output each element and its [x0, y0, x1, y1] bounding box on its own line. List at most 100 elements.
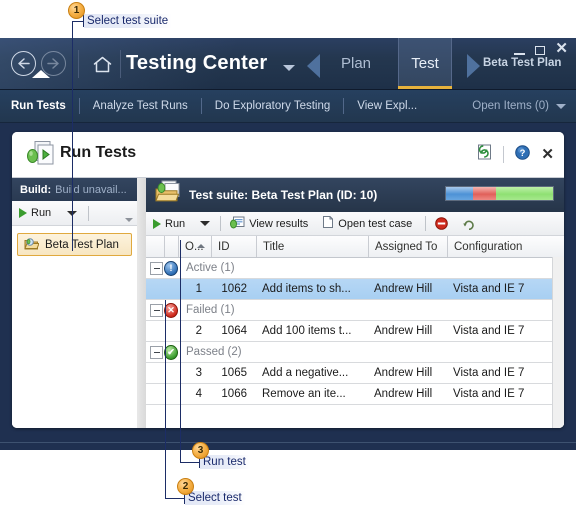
toolbar-divider: [220, 216, 222, 231]
play-icon: [19, 208, 27, 218]
group-label: Failed (1): [186, 304, 235, 316]
tree-item-beta-test-plan[interactable]: Beta Test Plan: [17, 233, 132, 256]
panel-header-icons: ? ✕: [477, 144, 554, 165]
open-test-case-button[interactable]: Open test case: [315, 215, 419, 232]
grid-group-row[interactable]: ✕ Failed (1): [146, 300, 564, 321]
row-order: 4: [195, 388, 202, 400]
build-value: Build unavail...: [55, 183, 127, 196]
menu-item-analyze-test-runs[interactable]: Analyze Test Runs: [80, 100, 201, 112]
open-items-menu[interactable]: Open Items (0): [472, 90, 566, 122]
refresh-icon[interactable]: [477, 144, 492, 165]
group-status-icon-wrap: ✔: [164, 342, 178, 362]
menu-item-view-exploratory[interactable]: View Expl...: [344, 100, 430, 112]
build-bar: Build: Build unavail...: [12, 178, 137, 201]
group-label: Active (1): [186, 262, 235, 274]
titlebar-divider-1: [78, 50, 79, 78]
callout-leader-3-h: [180, 462, 200, 463]
close-icon[interactable]: ✕: [555, 41, 568, 56]
panel-header: Run Tests ? ✕: [12, 132, 564, 178]
table-row[interactable]: 3 1065 Add a negative... Andrew Hill Vis…: [146, 363, 564, 384]
run-test-button[interactable]: Run: [146, 218, 192, 230]
row-id: 1064: [221, 325, 247, 337]
maximize-icon[interactable]: [535, 45, 546, 55]
play-icon: [153, 218, 161, 229]
row-configuration: Vista and IE 7: [453, 283, 525, 295]
progress-segment-green: [496, 187, 553, 200]
help-icon[interactable]: ?: [515, 144, 531, 165]
sort-ascending-icon: [197, 244, 205, 248]
block-test-icon[interactable]: [428, 217, 455, 230]
callout-label-2: Select test: [185, 491, 246, 505]
grid-header-id[interactable]: ID: [211, 236, 256, 257]
callout-badge-1: 1: [68, 2, 85, 19]
row-configuration: Vista and IE 7: [453, 388, 525, 400]
left-run-label: Run: [31, 207, 52, 219]
grid-header-status: [164, 236, 178, 257]
panel-header-divider: [503, 146, 505, 163]
grid-group-row[interactable]: ✔ Passed (2): [146, 342, 564, 363]
run-test-label: Run: [165, 217, 186, 230]
application-window: Testing Center Plan Test Beta Test Plan …: [0, 38, 576, 450]
home-icon[interactable]: [88, 52, 116, 76]
reset-test-icon[interactable]: [455, 217, 484, 230]
left-pane: Build: Build unavail... Run Beta Test Pl…: [12, 178, 137, 428]
run-tests-icon: [26, 140, 56, 173]
row-title: Add a negative...: [262, 367, 349, 379]
row-assigned-to: Andrew Hill: [374, 388, 433, 400]
active-menu-pointer: [32, 70, 50, 78]
row-expander-cell: [146, 279, 164, 299]
chevron-down-icon[interactable]: [283, 65, 295, 71]
row-order: 2: [195, 325, 202, 337]
overflow-chevron-icon[interactable]: [125, 218, 133, 222]
menu-bar: Run Tests Analyze Test Runs Do Explorato…: [0, 90, 576, 123]
callout-leader-3-v: [180, 240, 181, 463]
table-row[interactable]: 1 1062 Add items to sh... Andrew Hill Vi…: [146, 279, 564, 300]
chevron-down-icon: [556, 103, 566, 109]
menu-item-run-tests[interactable]: Run Tests: [0, 100, 79, 112]
row-status-cell: [164, 384, 178, 404]
row-status-cell: [164, 279, 178, 299]
view-results-icon: [230, 215, 245, 232]
build-label: Build:: [20, 183, 52, 196]
collapse-icon: [150, 345, 163, 359]
close-icon[interactable]: ✕: [541, 147, 554, 162]
title-bar: Testing Center Plan Test Beta Test Plan …: [0, 38, 576, 90]
group-expander[interactable]: [146, 300, 164, 320]
collapse-icon: [150, 303, 163, 317]
row-title: Remove an ite...: [262, 388, 346, 400]
progress-segment-red: [472, 187, 497, 200]
row-expander-cell: [146, 321, 164, 341]
callout-leader-2-h: [165, 498, 185, 499]
grid-header-row: O... ID Title Assigned To Configuration: [146, 236, 564, 258]
left-pane-toolbar: Run: [12, 201, 137, 226]
callout-leader-2-v: [165, 300, 166, 499]
grid-header-expander: [146, 236, 164, 257]
toolbar-divider: [425, 216, 427, 231]
chevron-down-icon[interactable]: [200, 221, 211, 226]
toolbar-divider: [88, 205, 90, 221]
hub-tab-test[interactable]: Test: [398, 38, 452, 89]
table-row[interactable]: 2 1064 Add 100 items t... Andrew Hill Vi…: [146, 321, 564, 342]
table-row[interactable]: 4 1066 Remove an ite... Andrew Hill Vist…: [146, 384, 564, 405]
grid-header-configuration[interactable]: Configuration: [447, 236, 564, 257]
titlebar-divider-2: [120, 50, 121, 78]
progress-segment-blue: [446, 187, 473, 200]
open-test-case-icon: [322, 215, 334, 232]
menu-item-do-exploratory-testing[interactable]: Do Exploratory Testing: [202, 100, 343, 112]
hub-tab-plan[interactable]: Plan: [326, 38, 386, 89]
row-id: 1062: [221, 283, 247, 295]
grid-header-title[interactable]: Title: [256, 236, 368, 257]
grid-vertical-scrollbar[interactable]: [552, 257, 564, 428]
grid-header-order[interactable]: O...: [178, 236, 211, 257]
group-expander[interactable]: [146, 342, 164, 362]
app-title: Testing Center: [126, 52, 268, 74]
minimize-icon[interactable]: [514, 52, 526, 55]
grid-header-assigned-to[interactable]: Assigned To: [368, 236, 447, 257]
grid-group-row[interactable]: ! Active (1): [146, 258, 564, 279]
group-expander[interactable]: [146, 258, 164, 278]
pane-splitter[interactable]: [137, 178, 146, 428]
window-controls: ✕: [514, 41, 568, 56]
left-run-button[interactable]: Run: [12, 207, 51, 219]
callout-label-1: Select test suite: [84, 14, 173, 28]
view-results-button[interactable]: View results: [223, 215, 315, 232]
